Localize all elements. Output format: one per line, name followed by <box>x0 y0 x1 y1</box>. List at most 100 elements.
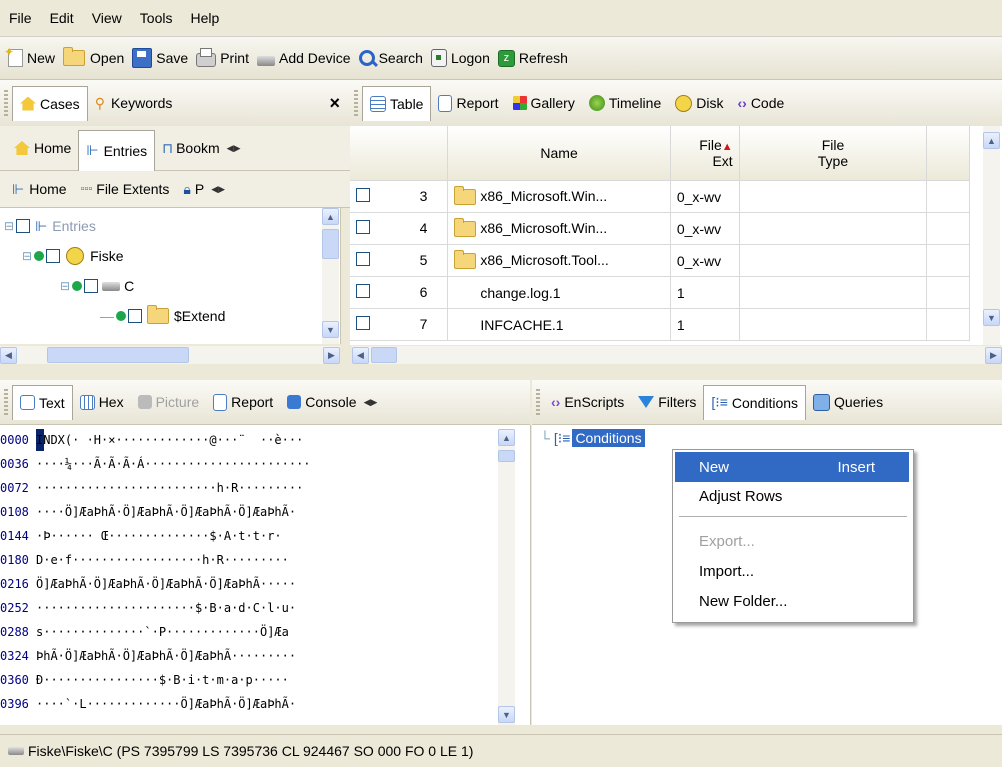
tab-hex[interactable]: Hex <box>73 387 131 417</box>
hex-row[interactable]: 0144 ·Þ······ Œ··············$·A·t·t·r· <box>0 525 282 547</box>
scroll-up-icon[interactable]: ▲ <box>322 208 339 225</box>
menu-file[interactable]: File <box>0 10 41 26</box>
tree-vscrollbar[interactable]: ▲ ▼ <box>322 208 339 344</box>
hex-row[interactable]: 0180 D·e·f··················h·R········· <box>0 549 289 571</box>
tab-text[interactable]: Text <box>12 384 73 420</box>
tree-node-extend[interactable]: — $Extend <box>100 302 225 330</box>
menu-item-export[interactable]: Export... <box>675 526 909 556</box>
col-header-name[interactable]: Name <box>447 126 671 181</box>
hex-row[interactable]: 0108 ····Ö]ÆaÞhÃ·Ö]ÆaÞhÃ·Ö]ÆaÞhÃ·Ö]ÆaÞhÃ· <box>0 501 296 523</box>
table-row[interactable]: 6 change.log.1 1 <box>350 276 970 309</box>
menu-item-adjust-rows[interactable]: Adjust Rows <box>675 481 909 511</box>
scroll-down-icon[interactable]: ▼ <box>498 706 515 723</box>
tree-node-c[interactable]: ⊟ C <box>60 272 134 300</box>
checkbox[interactable] <box>16 219 31 233</box>
scroll-up-icon[interactable]: ▲ <box>983 132 1000 149</box>
logon-button[interactable]: Logon <box>430 49 490 67</box>
search-button[interactable]: Search <box>358 50 423 68</box>
col-header-file-ext[interactable]: File▲ Ext <box>670 126 740 181</box>
scroll-up-icon[interactable]: ▲ <box>498 429 515 446</box>
open-button[interactable]: Open <box>63 47 124 66</box>
row-checkbox[interactable] <box>356 316 370 330</box>
tab-scroll-arrows-2[interactable]: ◀▶ <box>211 184 225 195</box>
menu-edit[interactable]: Edit <box>41 10 83 26</box>
col-header-file-type[interactable]: File Type <box>739 126 928 181</box>
menu-item-new-folder[interactable]: New Folder... <box>675 586 909 616</box>
tab-table[interactable]: Table <box>362 85 432 121</box>
scroll-right-icon[interactable]: ▶ <box>323 346 340 364</box>
hex-row[interactable]: 0360 Ð················$·B·i·t·m·a·p····· <box>0 669 289 691</box>
scroll-down-icon[interactable]: ▼ <box>322 321 339 338</box>
menu-item-import[interactable]: Import... <box>675 556 909 586</box>
tree-hscrollbar[interactable]: ◀ ▶ <box>0 346 340 364</box>
tab-disk[interactable]: Disk <box>668 88 730 118</box>
hex-row[interactable]: 0036 ····¼···Ã·Ã·Ã·Á·····················… <box>0 453 311 475</box>
tab-timeline[interactable]: Timeline <box>582 88 668 118</box>
table-row[interactable]: 3 x86_Microsoft.Win... 0_x-wv <box>350 180 970 213</box>
hex-row[interactable]: 0252 ······················$·B·a·d·C·l·u· <box>0 597 296 619</box>
tab-picture[interactable]: Picture <box>131 387 207 417</box>
row-checkbox[interactable] <box>356 284 370 298</box>
tab-file-extents[interactable]: ▫▫▫ File Extents <box>74 174 177 204</box>
tab-scroll-arrows[interactable]: ◀▶ <box>227 143 241 154</box>
row-checkbox[interactable] <box>356 188 370 202</box>
refresh-button[interactable]: z Refresh <box>497 49 568 67</box>
table-hscrollbar[interactable]: ◀ ▶ <box>352 346 1002 364</box>
table-vscrollbar[interactable]: ▲ ▼ <box>983 126 1000 345</box>
tab-filters[interactable]: Filters <box>631 387 703 417</box>
tab-permissions[interactable]: 🔒︎ P <box>176 174 211 204</box>
menu-tools[interactable]: Tools <box>131 10 182 26</box>
hex-row[interactable]: 0216 Ö]ÆaÞhÃ·Ö]ÆaÞhÃ·Ö]ÆaÞhÃ·Ö]ÆaÞhÃ····· <box>0 573 296 595</box>
hex-row[interactable]: 0396 ····`·L·············Ö]ÆaÞhÃ·Ö]ÆaÞhÃ· <box>0 693 296 715</box>
tab-report[interactable]: Report <box>431 88 505 118</box>
col-header-next[interactable] <box>926 126 970 181</box>
new-button[interactable]: ✦ New <box>4 45 55 67</box>
text-vscrollbar[interactable]: ▲ ▼ <box>498 429 515 725</box>
hex-row[interactable]: 0000 INDX(· ·H·×·············@···¨ ··è··· <box>0 429 304 451</box>
checkbox[interactable] <box>46 249 61 263</box>
col-header-blank[interactable] <box>350 126 449 181</box>
table-row[interactable]: 5 x86_Microsoft.Tool... 0_x-wv <box>350 244 970 277</box>
tree-node-entries[interactable]: ⊟ ⊩ Entries <box>4 212 96 240</box>
tab-entries[interactable]: ⊩ Entries <box>78 129 156 171</box>
conditions-root[interactable]: └ [⁝≡ Conditions <box>540 429 645 447</box>
tab-report-bottom[interactable]: Report <box>206 387 280 417</box>
tab-enscripts[interactable]: ‹› EnScripts <box>544 387 631 417</box>
hex-row[interactable]: 0324 ÞhÃ·Ö]ÆaÞhÃ·Ö]ÆaÞhÃ·Ö]ÆaÞhÃ········· <box>0 645 296 667</box>
table-row[interactable]: 4 x86_Microsoft.Win... 0_x-wv <box>350 212 970 245</box>
tab-home-2[interactable]: ⊩ Home <box>0 174 74 204</box>
scroll-thumb[interactable] <box>371 347 397 363</box>
scroll-down-icon[interactable]: ▼ <box>983 309 1000 326</box>
menu-view[interactable]: View <box>83 10 131 26</box>
scroll-right-icon[interactable]: ▶ <box>985 346 1002 364</box>
scroll-left-icon[interactable]: ◀ <box>352 346 369 364</box>
close-pane-icon[interactable]: × <box>329 93 340 114</box>
table-row[interactable]: 7 INFCACHE.1 1 <box>350 308 970 341</box>
print-button[interactable]: Print <box>196 48 249 67</box>
tab-console[interactable]: Console <box>280 387 363 417</box>
hex-row[interactable]: 0288 s··············`·P·············Ö]Æa <box>0 621 289 643</box>
hex-row[interactable]: 0072 ·························h·R········… <box>0 477 303 499</box>
scroll-left-icon[interactable]: ◀ <box>0 346 17 364</box>
menu-help[interactable]: Help <box>181 10 228 26</box>
tab-queries[interactable]: Queries <box>806 387 890 417</box>
tab-home[interactable]: Home <box>0 133 78 163</box>
save-button[interactable]: Save <box>132 48 188 68</box>
add-device-button[interactable]: Add Device <box>256 50 351 66</box>
tree-node-fiske[interactable]: ⊟ Fiske <box>22 242 124 270</box>
tab-scroll-arrows-3[interactable]: ◀▶ <box>364 397 378 408</box>
tab-bookmarks[interactable]: ⊓ Bookm <box>155 133 227 163</box>
tab-conditions[interactable]: [⁝≡ Conditions <box>703 384 807 420</box>
checkbox[interactable] <box>84 279 99 293</box>
scroll-thumb[interactable] <box>47 347 189 363</box>
row-checkbox[interactable] <box>356 252 370 266</box>
checkbox[interactable] <box>128 309 142 323</box>
tab-keywords[interactable]: ⚲ Keywords <box>88 88 180 118</box>
menu-item-new[interactable]: New Insert <box>675 452 909 482</box>
tab-code[interactable]: ‹› Code <box>730 88 791 118</box>
scroll-thumb[interactable] <box>498 450 515 462</box>
scroll-thumb[interactable] <box>322 229 339 259</box>
row-checkbox[interactable] <box>356 220 370 234</box>
tab-gallery[interactable]: Gallery <box>506 88 582 118</box>
tab-cases[interactable]: Cases <box>12 85 88 121</box>
